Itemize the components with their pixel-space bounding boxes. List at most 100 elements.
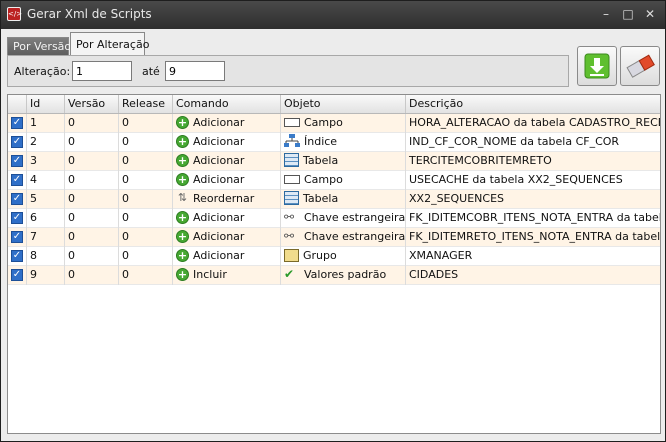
default-values-icon: ✔ [284, 267, 295, 281]
cell-id: 7 [26, 228, 64, 247]
cell-id: 2 [26, 133, 64, 152]
alteracao-from-input[interactable] [72, 61, 132, 81]
header-objeto[interactable]: Objeto [280, 95, 405, 113]
cell-comando-text: Reordernar [193, 192, 255, 205]
cell-id-text: 1 [30, 116, 37, 129]
table-row[interactable]: ✓ 6 0 0 + Adicionar ⚯ Chave estrangeira FK_IDITE… [8, 209, 660, 228]
close-icon[interactable]: ✕ [641, 6, 659, 22]
cell-release: 0 [118, 266, 172, 285]
cell-versao-text: 0 [68, 230, 75, 243]
generate-download-button[interactable] [577, 46, 617, 86]
row-checkbox[interactable]: ✓ [11, 231, 23, 243]
header-id[interactable]: Id [26, 95, 64, 113]
xml-app-icon: </> [7, 7, 22, 21]
cell-id-text: 8 [30, 249, 37, 262]
cell-release: 0 [118, 133, 172, 152]
cell-release: 0 [118, 247, 172, 266]
cell-release-text: 0 [122, 249, 129, 262]
cell-comando-text: Adicionar [193, 230, 245, 243]
tab-por-versao[interactable]: Por Versão [7, 37, 71, 55]
cell-descricao: CIDADES [405, 266, 660, 285]
tab-por-alteracao[interactable]: Por Alteração [70, 32, 149, 55]
header-release[interactable]: Release [118, 95, 172, 113]
cell-id: 3 [26, 152, 64, 171]
table-row[interactable]: ✓ 1 0 0 + Adicionar Campo HORA_ALTERACAO da tab… [8, 114, 660, 133]
add-icon: + [176, 115, 189, 129]
row-checkbox[interactable]: ✓ [11, 155, 23, 167]
cell-objeto: Tabela [280, 152, 405, 171]
cell-versao: 0 [64, 266, 118, 285]
cell-versao-text: 0 [68, 268, 75, 281]
cell-id: 4 [26, 171, 64, 190]
header-versao[interactable]: Versão [64, 95, 118, 113]
cell-objeto: Grupo [280, 247, 405, 266]
cell-release: 0 [118, 228, 172, 247]
cell-versao: 0 [64, 228, 118, 247]
table-row[interactable]: ✓ 5 0 0 ⇅ Reordernar Tabela XX2_SEQUENCES [8, 190, 660, 209]
cell-comando: + Adicionar [172, 133, 280, 152]
window-title: Gerar Xml de Scripts [27, 7, 152, 21]
cell-objeto-text: Tabela [303, 154, 339, 167]
table-row[interactable]: ✓ 3 0 0 + Adicionar Tabela TERCITEMCOBRITEMRETO [8, 152, 660, 171]
header-comando[interactable]: Comando [172, 95, 280, 113]
table-row[interactable]: ✓ 9 0 0 + Incluir ✔ Valores padrão CIDADES [8, 266, 660, 285]
cell-comando: + Incluir [172, 266, 280, 285]
minimize-icon[interactable]: – [597, 6, 615, 22]
table-row[interactable]: ✓ 8 0 0 + Adicionar Grupo XMANAGER [8, 247, 660, 266]
window: </> Gerar Xml de Scripts – □ ✕ Por Versã… [0, 0, 666, 442]
cell-versao: 0 [64, 209, 118, 228]
cell-comando: ⇅ Reordernar [172, 190, 280, 209]
add-icon: + [176, 248, 189, 262]
title-bar[interactable]: </> Gerar Xml de Scripts – □ ✕ [1, 1, 665, 29]
alteracao-to-input[interactable] [165, 61, 225, 81]
field-icon [284, 174, 300, 184]
ate-label: até [142, 65, 160, 78]
table-row[interactable]: ✓ 4 0 0 + Adicionar Campo USECACHE da tabela XX… [8, 171, 660, 190]
cell-comando-text: Adicionar [193, 249, 245, 262]
maximize-icon[interactable]: □ [619, 6, 637, 22]
cell-objeto: Tabela [280, 190, 405, 209]
cell-objeto: ⚯ Chave estrangeira [280, 209, 405, 228]
cell-comando-text: Adicionar [193, 154, 245, 167]
cell-descricao-text: FK_IDITEMRETO_ITENS_NOTA_ENTRA da tabela… [409, 230, 660, 243]
row-checkbox[interactable]: ✓ [11, 117, 23, 129]
add-icon: + [176, 210, 189, 224]
cell-id-text: 7 [30, 230, 37, 243]
cell-comando: + Adicionar [172, 114, 280, 133]
cell-objeto: Campo [280, 171, 405, 190]
cell-id: 1 [26, 114, 64, 133]
group-icon [284, 248, 299, 262]
cell-versao-text: 0 [68, 135, 75, 148]
table-row[interactable]: ✓ 7 0 0 + Adicionar ⚯ Chave estrangeira FK_IDITE… [8, 228, 660, 247]
cell-id-text: 6 [30, 211, 37, 224]
cell-release: 0 [118, 152, 172, 171]
cell-objeto: ⚯ Chave estrangeira [280, 228, 405, 247]
cell-descricao-text: IND_CF_COR_NOME da tabela CF_COR [409, 135, 620, 148]
cell-id: 9 [26, 266, 64, 285]
row-checkbox[interactable]: ✓ [11, 212, 23, 224]
row-checkbox[interactable]: ✓ [11, 269, 23, 281]
cell-release-text: 0 [122, 135, 129, 148]
cell-descricao-text: XX2_SEQUENCES [409, 192, 505, 205]
cell-release: 0 [118, 171, 172, 190]
cell-descricao: FK_IDITEMCOBR_ITENS_NOTA_ENTRA da tabela… [405, 209, 660, 228]
cell-objeto: Campo [280, 114, 405, 133]
download-icon [584, 53, 610, 79]
reorder-icon: ⇅ [177, 191, 188, 204]
index-icon [284, 134, 300, 148]
cell-objeto-text: Grupo [303, 249, 337, 262]
header-descricao[interactable]: Descrição [405, 95, 660, 113]
cell-id: 8 [26, 247, 64, 266]
row-checkbox[interactable]: ✓ [11, 193, 23, 205]
cell-release: 0 [118, 209, 172, 228]
cell-release: 0 [118, 114, 172, 133]
clear-button[interactable] [620, 46, 660, 86]
cell-objeto-text: Chave estrangeira [304, 230, 405, 243]
cell-descricao: IND_CF_COR_NOME da tabela CF_COR [405, 133, 660, 152]
cell-release-text: 0 [122, 211, 129, 224]
cell-descricao: HORA_ALTERACAO da tabela CADASTRO_RECEIT… [405, 114, 660, 133]
row-checkbox[interactable]: ✓ [11, 136, 23, 148]
row-checkbox[interactable]: ✓ [11, 174, 23, 186]
row-checkbox[interactable]: ✓ [11, 250, 23, 262]
table-row[interactable]: ✓ 2 0 0 + Adicionar Índice IND_CF_COR_NOME da t… [8, 133, 660, 152]
